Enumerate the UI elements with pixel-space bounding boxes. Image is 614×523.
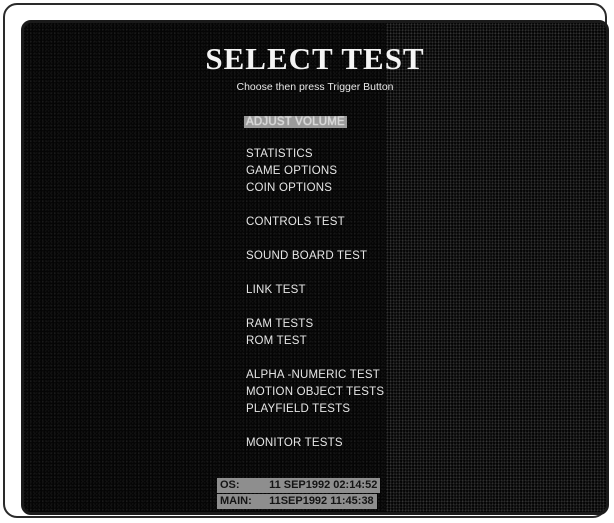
os-version-label: OS: (220, 479, 240, 491)
main-version-box: MAIN: 11SEP1992 11:45:38 (217, 494, 377, 509)
menu-item-sound-board-test[interactable]: SOUND BOARD TEST (246, 250, 367, 262)
menu-item-motion-object-tests[interactable]: MOTION OBJECT TESTS (246, 386, 384, 398)
screen-noise-right (386, 23, 606, 512)
main-version-label: MAIN: (220, 495, 252, 507)
menu-item-rom-test[interactable]: ROM TEST (246, 335, 307, 347)
os-version-time: 02:14:52 (333, 479, 378, 491)
menu-item-adjust-volume[interactable]: ADJUST VOLUME (244, 116, 347, 128)
instruction-text: Choose then press Trigger Button (236, 81, 394, 93)
test-menu-screen: SELECT TEST Choose then press Trigger Bu… (21, 20, 609, 515)
monitor-frame: SELECT TEST Choose then press Trigger Bu… (3, 3, 609, 518)
main-version-time: 11:45:38 (330, 495, 374, 507)
menu-item-game-options[interactable]: GAME OPTIONS (246, 165, 337, 177)
menu-item-monitor-tests[interactable]: MONITOR TESTS (246, 437, 343, 449)
menu-item-coin-options[interactable]: COIN OPTIONS (246, 182, 332, 194)
os-version-date: 11 SEP1992 (269, 479, 331, 491)
menu-item-ram-tests[interactable]: RAM TESTS (246, 318, 313, 330)
menu-item-controls-test[interactable]: CONTROLS TEST (246, 216, 345, 228)
menu-item-link-test[interactable]: LINK TEST (246, 284, 306, 296)
page-title: SELECT TEST (205, 41, 425, 76)
menu-item-statistics[interactable]: STATISTICS (246, 148, 313, 160)
os-version-box: OS: 11 SEP1992 02:14:52 (217, 478, 381, 493)
main-version-date: 11SEP1992 (269, 495, 328, 507)
menu-item-playfield-tests[interactable]: PLAYFIELD TESTS (246, 403, 350, 415)
menu-item-alpha-numeric-test[interactable]: ALPHA -NUMERIC TEST (246, 369, 380, 381)
